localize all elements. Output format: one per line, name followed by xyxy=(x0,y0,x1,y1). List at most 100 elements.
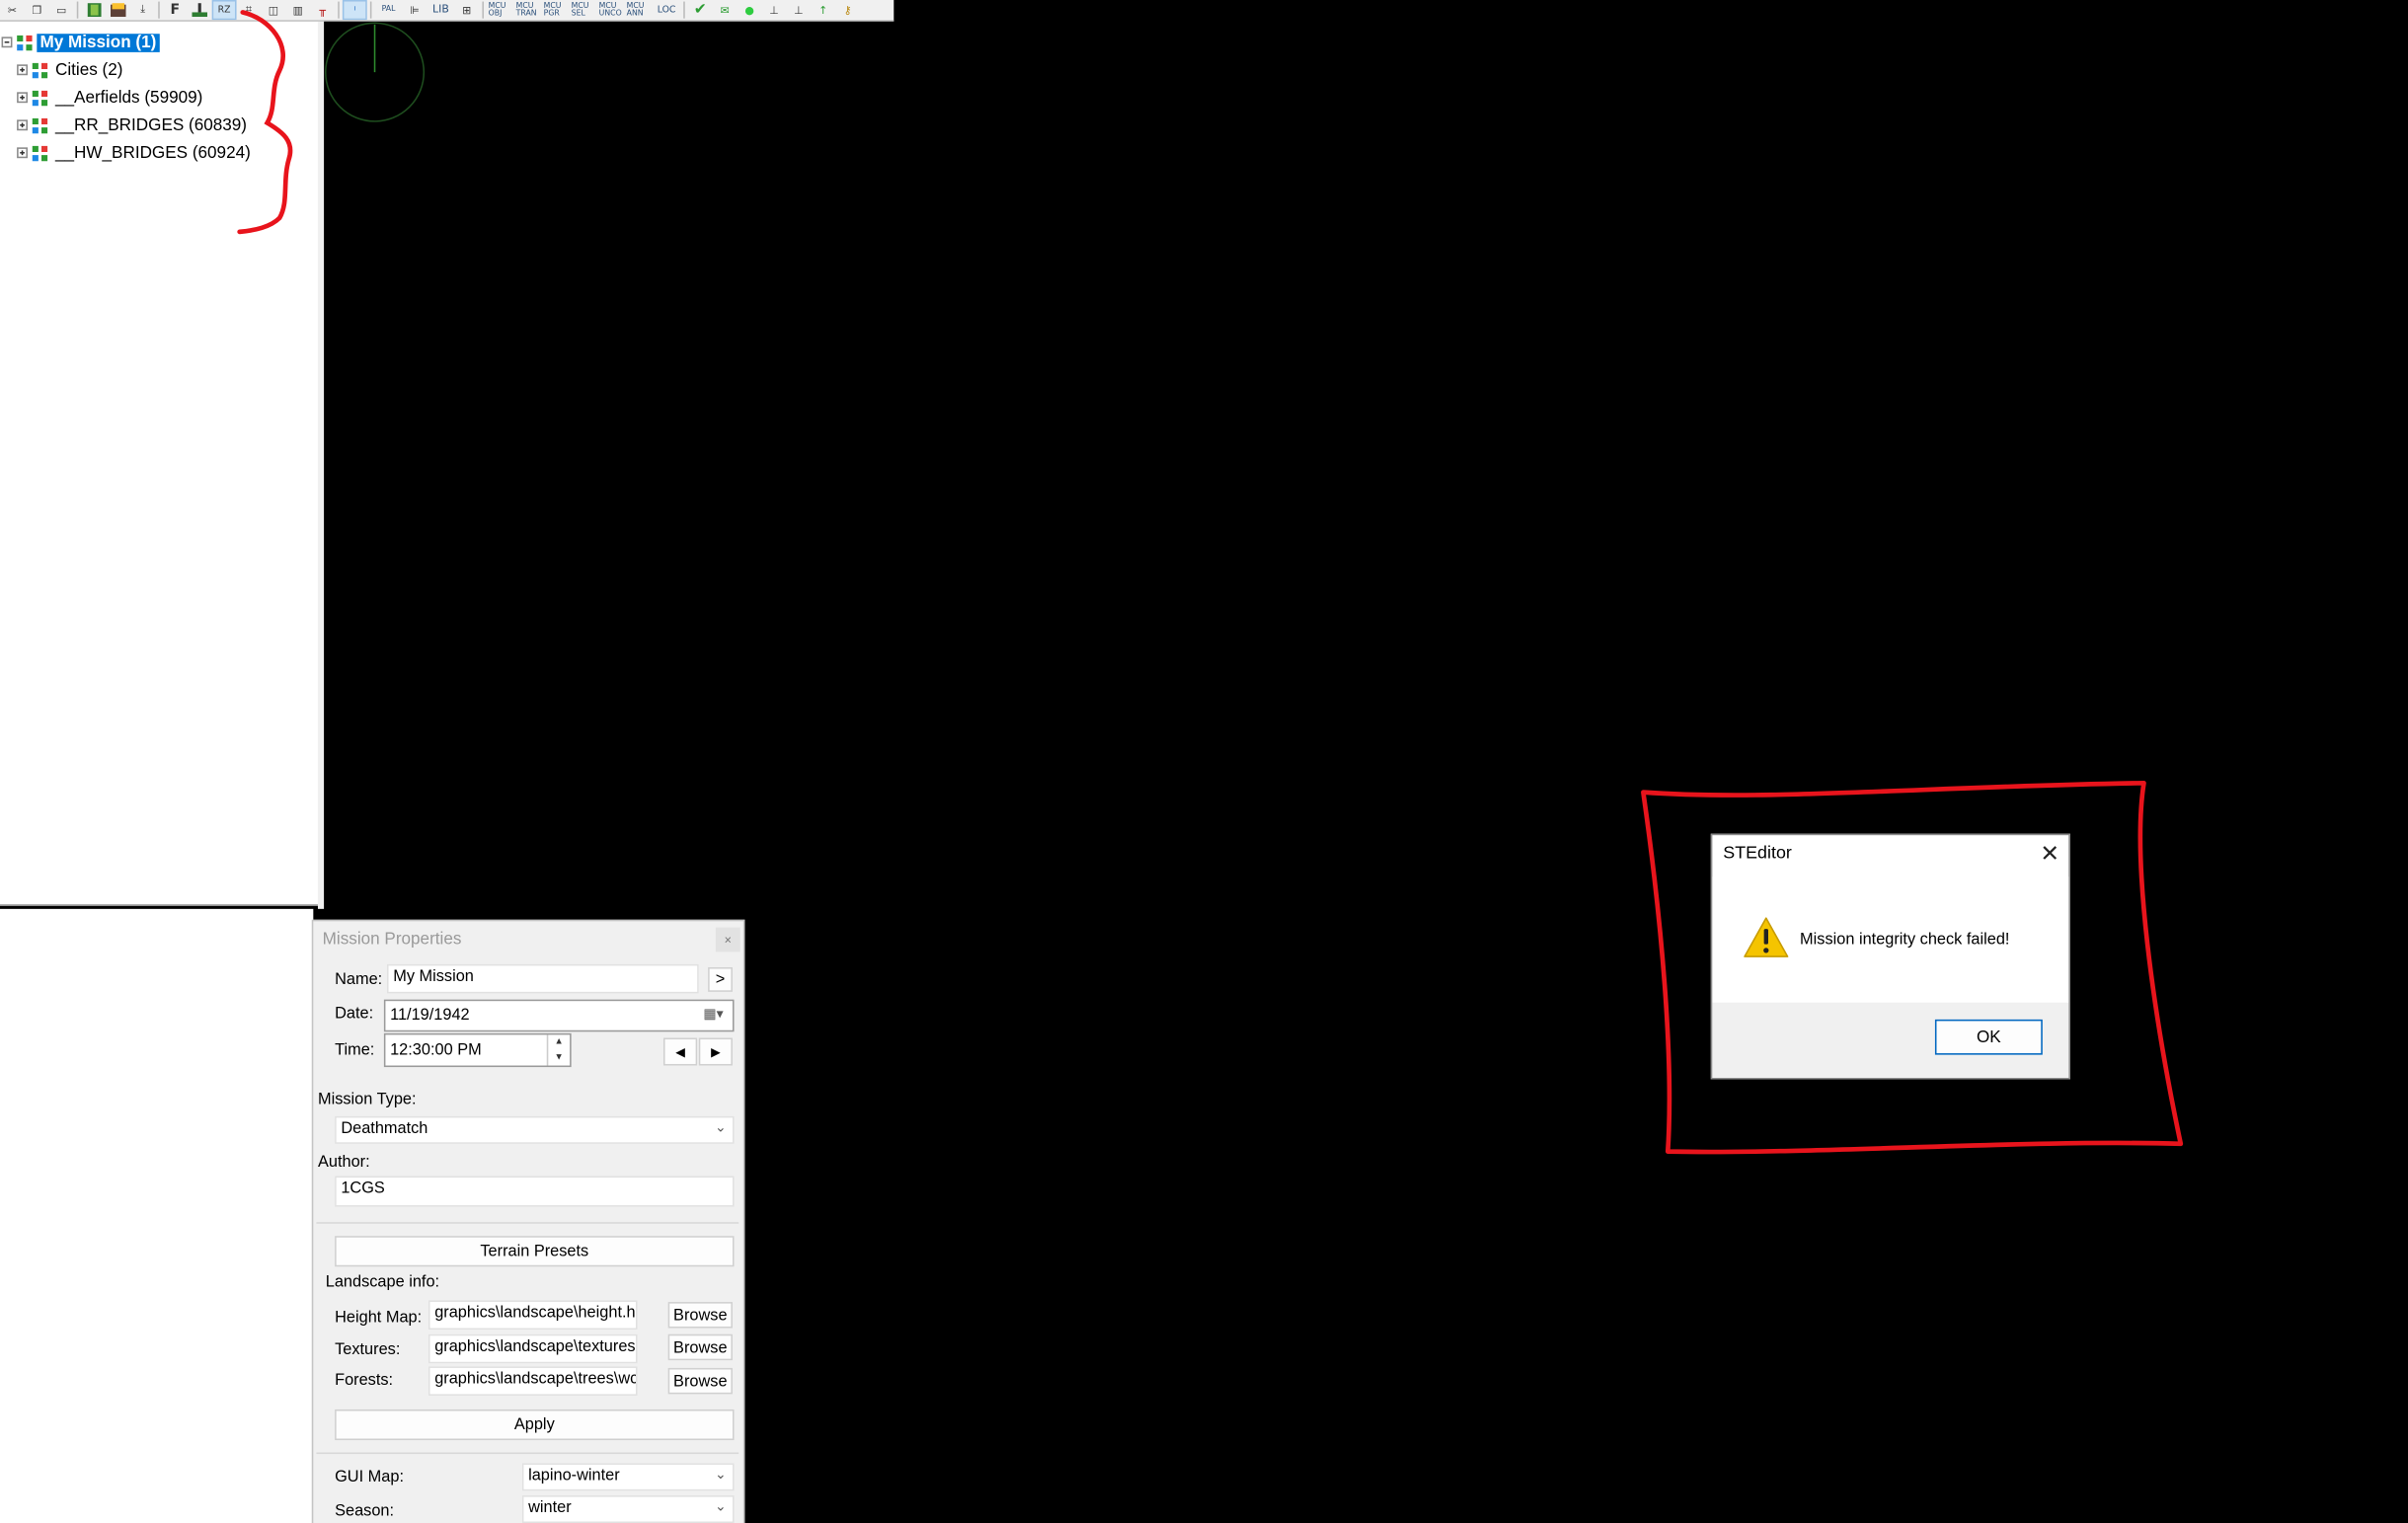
panel-title: Mission Properties xyxy=(322,930,462,950)
forests-input[interactable]: graphics\landscape\trees\wc xyxy=(427,1366,638,1396)
time-spinner[interactable]: ▲ ▼ xyxy=(546,1034,570,1066)
rz-icon[interactable]: RZ xyxy=(211,0,237,21)
apply-button[interactable]: Apply xyxy=(335,1409,735,1441)
chevron-down-icon: ⌄ xyxy=(715,1498,727,1514)
divider xyxy=(316,1452,739,1455)
chevron-down-icon: ⌄ xyxy=(715,1118,727,1135)
error-dialog: STEditor ✕ Mission integrity check faile… xyxy=(1710,833,2070,1080)
mcu-ann-icon[interactable]: MCU ANN xyxy=(627,2,652,19)
group-node-icon xyxy=(17,34,33,50)
align-icon[interactable]: ⊥ xyxy=(788,2,810,19)
expand-icon[interactable] xyxy=(17,147,28,159)
layer-icon[interactable]: ⊞ xyxy=(456,2,478,19)
dot-icon[interactable]: ● xyxy=(738,2,760,19)
expand-icon[interactable] xyxy=(17,64,28,76)
terrain-presets-button[interactable]: Terrain Presets xyxy=(335,1236,735,1267)
building-icon[interactable]: ▥ xyxy=(287,2,309,19)
dialog-title: STEditor xyxy=(1723,844,1792,864)
tree-node-root[interactable]: My Mission (1) xyxy=(1,30,160,55)
lib-icon[interactable]: LIB xyxy=(428,2,453,19)
time-next-button[interactable]: ▶ xyxy=(698,1037,733,1066)
mission-tree-panel: My Mission (1) Cities (2) __Aerfields (5… xyxy=(0,21,320,906)
collapse-icon[interactable] xyxy=(1,37,13,48)
height-map-browse-button[interactable]: Browse xyxy=(667,1302,733,1329)
tree-node-label[interactable]: __RR_BRIDGES (60839) xyxy=(52,115,250,134)
close-icon[interactable]: × xyxy=(715,927,740,952)
date-picker[interactable]: 11/19/1942 ▦▾ xyxy=(383,999,735,1032)
toolbar-separator xyxy=(158,1,160,19)
key-icon[interactable]: ⚷ xyxy=(837,2,859,19)
info-icon[interactable]: ⁱ xyxy=(342,0,367,21)
mission-type-select[interactable]: Deathmatch ⌄ xyxy=(335,1115,735,1144)
textures-input[interactable]: graphics\landscape\textures. xyxy=(427,1333,638,1364)
tree-view-icon[interactable]: ⊫ xyxy=(404,2,426,19)
loc-icon[interactable]: LOC xyxy=(655,2,679,19)
textures-browse-button[interactable]: Browse xyxy=(667,1333,733,1361)
book-stack-icon[interactable] xyxy=(108,2,129,19)
f-icon[interactable]: F xyxy=(164,2,186,19)
season-select[interactable]: winter ⌄ xyxy=(521,1495,735,1523)
expand-icon[interactable] xyxy=(17,119,28,131)
ruler-icon[interactable]: ▭ xyxy=(50,2,72,19)
toolbar-separator xyxy=(338,1,340,19)
author-label: Author: xyxy=(317,1153,370,1172)
mcu-unco-icon[interactable]: MCU UNCO xyxy=(599,2,624,19)
toolbar-separator xyxy=(76,1,79,19)
grid-icon[interactable]: ⌗ xyxy=(238,2,260,19)
tree-node-rr-bridges[interactable]: __RR_BRIDGES (60839) xyxy=(17,113,250,138)
check-icon[interactable]: ✔ xyxy=(689,2,711,19)
arrow-up-icon[interactable]: ↑ xyxy=(813,2,834,19)
group-node-icon xyxy=(32,89,48,106)
expand-icon[interactable] xyxy=(17,92,28,104)
time-label: Time: xyxy=(335,1040,375,1060)
mail-icon[interactable]: ✉ xyxy=(714,2,736,19)
date-value: 11/19/1942 xyxy=(390,1005,470,1025)
tower-icon[interactable]: ╥ xyxy=(312,2,334,19)
ground-icon[interactable] xyxy=(189,2,210,19)
divider xyxy=(316,1222,739,1224)
gui-map-label: GUI Map: xyxy=(335,1468,404,1486)
warning-icon xyxy=(1744,917,1789,957)
height-map-input[interactable]: graphics\landscape\height.hi xyxy=(427,1300,638,1331)
time-input[interactable]: 12:30:00 PM ▲ ▼ xyxy=(383,1032,572,1068)
season-label: Season: xyxy=(335,1501,395,1520)
name-expand-button[interactable]: > xyxy=(708,966,733,992)
mcu-tran-icon[interactable]: MCU TRAN xyxy=(516,2,541,19)
author-input[interactable]: 1CGS xyxy=(335,1176,735,1207)
forests-browse-button[interactable]: Browse xyxy=(667,1367,733,1395)
gui-map-value: lapino-winter xyxy=(528,1466,620,1485)
group-node-icon xyxy=(32,116,48,133)
mcu-sel-icon[interactable]: MCU SEL xyxy=(572,2,596,19)
mcu-pgr-icon[interactable]: MCU PGR xyxy=(544,2,569,19)
measure-icon[interactable]: ⊥ xyxy=(763,2,785,19)
scissors-icon[interactable]: ✂ xyxy=(2,2,24,19)
ok-button[interactable]: OK xyxy=(1934,1019,2043,1055)
compass-icon xyxy=(324,22,426,122)
copy-icon[interactable]: ❐ xyxy=(26,2,47,19)
tree-node-label[interactable]: __Aerfields (59909) xyxy=(52,88,206,107)
tree-node-hw-bridges[interactable]: __HW_BRIDGES (60924) xyxy=(17,140,254,166)
mission-type-label: Mission Type: xyxy=(317,1090,417,1109)
calendar-icon[interactable]: ▦▾ xyxy=(703,1006,723,1023)
close-icon[interactable]: ✕ xyxy=(2040,840,2059,867)
gui-map-select[interactable]: lapino-winter ⌄ xyxy=(521,1463,735,1491)
textures-label: Textures: xyxy=(335,1339,401,1359)
name-label: Name: xyxy=(335,970,383,989)
name-input[interactable]: My Mission xyxy=(386,963,699,994)
mcu-obj-icon[interactable]: MCU OBJ xyxy=(489,2,513,19)
download-icon[interactable]: ⤓ xyxy=(132,2,154,19)
tree-root-label[interactable]: My Mission (1) xyxy=(37,33,160,52)
tree-node-cities[interactable]: Cities (2) xyxy=(17,57,125,83)
dialog-footer: OK xyxy=(1712,1002,2069,1078)
tree-node-aerfields[interactable]: __Aerfields (59909) xyxy=(17,85,205,111)
chevron-down-icon: ⌄ xyxy=(715,1466,727,1483)
tree-node-label[interactable]: Cities (2) xyxy=(52,60,126,79)
mission-properties-panel: Mission Properties × Name: My Mission > … xyxy=(311,919,745,1523)
window-icon[interactable]: ◫ xyxy=(263,2,284,19)
pal-icon[interactable]: PAL xyxy=(376,2,401,19)
toolbar-separator xyxy=(683,1,685,19)
tree-node-label[interactable]: __HW_BRIDGES (60924) xyxy=(52,143,254,162)
toolbar-separator xyxy=(369,1,372,19)
book-icon[interactable] xyxy=(83,2,105,19)
time-prev-button[interactable]: ◀ xyxy=(662,1037,698,1066)
